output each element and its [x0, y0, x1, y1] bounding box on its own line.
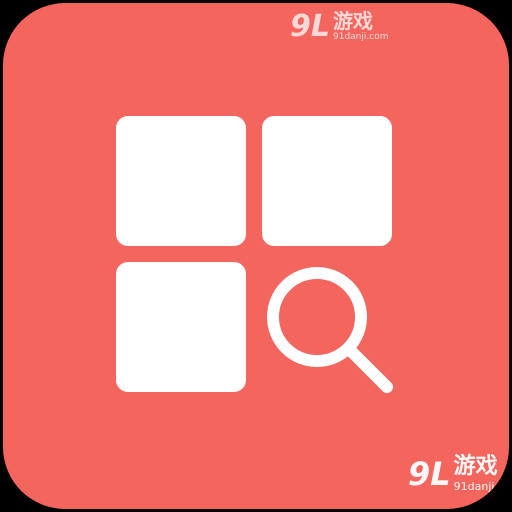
search-icon	[267, 267, 393, 393]
watermark-logo: 9L	[408, 455, 451, 493]
watermark-bottom: 9L 游戏 91danji.com	[408, 455, 509, 493]
watermark-url: 91danji.com	[333, 32, 389, 42]
grid-square-top-right	[262, 116, 392, 246]
watermark-url: 91danji.com	[453, 480, 509, 493]
watermark-logo: 9L	[290, 9, 330, 44]
watermark-title: 游戏	[333, 9, 373, 33]
grid-square-bottom-left	[116, 262, 246, 392]
watermark-title: 游戏	[453, 454, 498, 479]
app-icon[interactable]: 9L 游戏 91danji.com 9L 游戏 91danji.com	[3, 3, 509, 509]
watermark-top: 9L 游戏 91danji.com	[290, 9, 388, 44]
grid-square-top-left	[116, 116, 246, 246]
